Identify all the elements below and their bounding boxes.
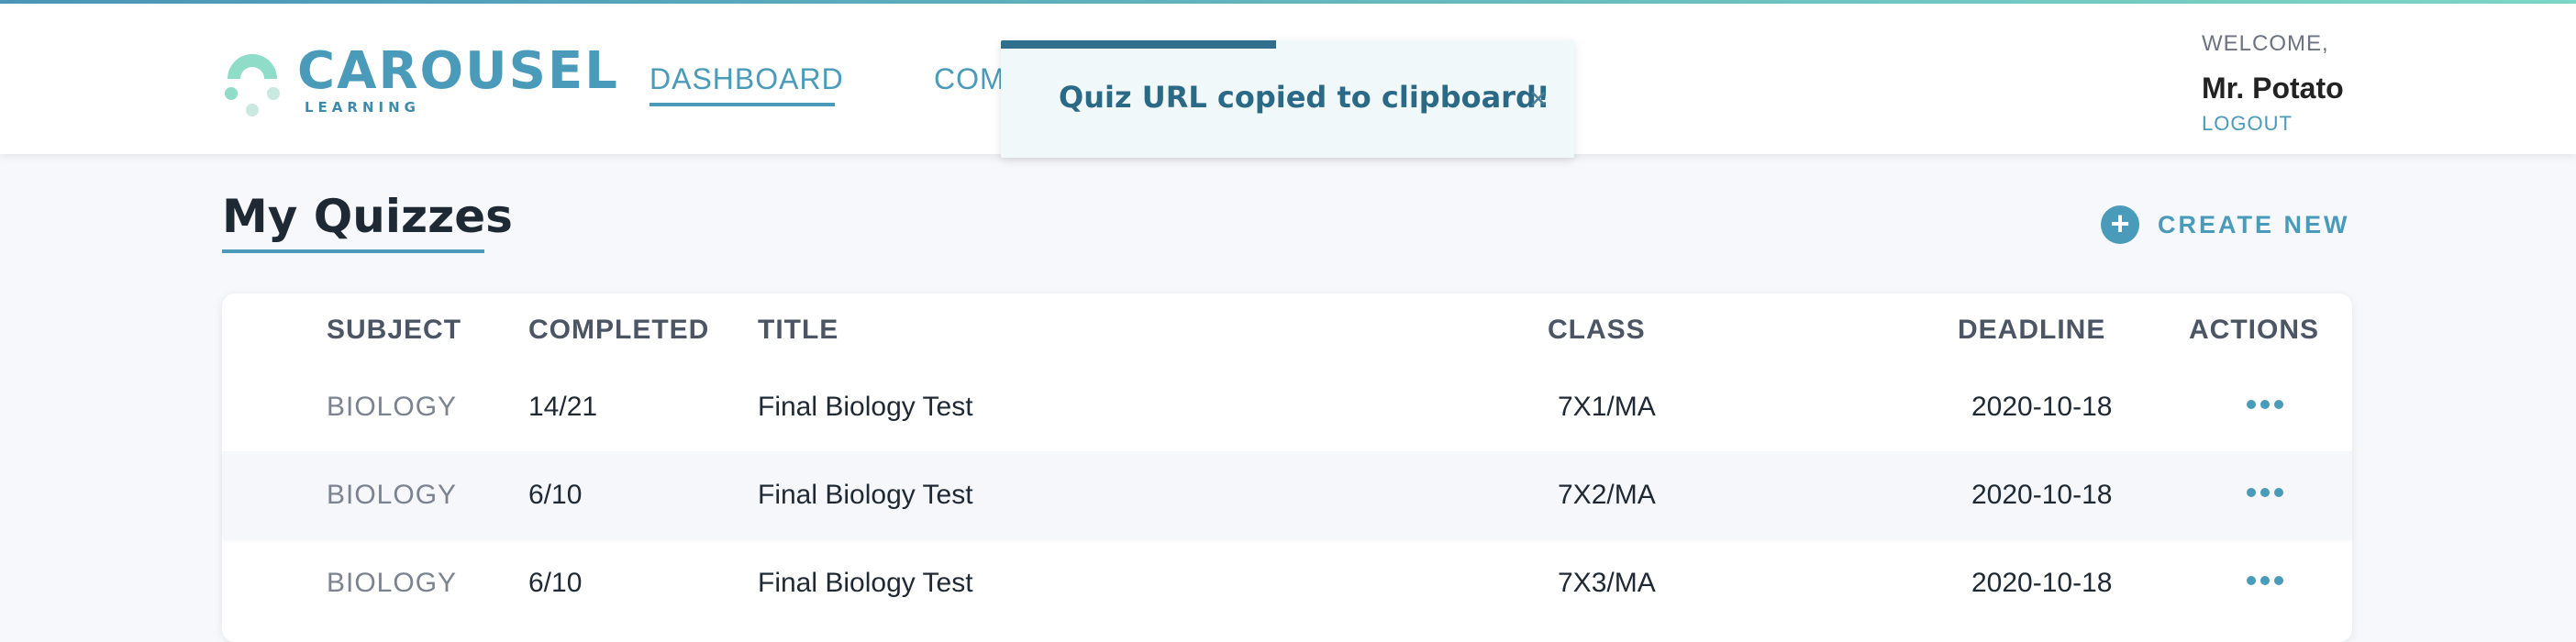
logout-link[interactable]: LOGOUT bbox=[2202, 112, 2440, 136]
plus-circle-icon: + bbox=[2101, 205, 2139, 244]
column-header-completed[interactable]: COMPLETED bbox=[528, 314, 709, 347]
cell-title: Final Biology Test bbox=[758, 568, 973, 598]
table-row[interactable]: BIOLOGY 6/10 Final Biology Test 7X3/MA 2… bbox=[222, 539, 2352, 627]
cell-deadline: 2020-10-18 bbox=[1971, 392, 2113, 422]
table-row[interactable]: BIOLOGY 6/10 Final Biology Test 7X2/MA 2… bbox=[222, 451, 2352, 539]
column-header-actions: ACTIONS bbox=[2189, 315, 2319, 345]
column-header-class[interactable]: CLASS bbox=[1548, 314, 1646, 347]
nav-item-partial[interactable]: COM bbox=[934, 62, 1005, 95]
page-title-underline bbox=[222, 249, 484, 253]
cell-title: Final Biology Test bbox=[758, 392, 973, 422]
cell-class: 7X2/MA bbox=[1558, 480, 1656, 510]
table-row[interactable]: BIOLOGY 14/21 Final Biology Test 7X1/MA … bbox=[222, 363, 2352, 451]
more-horizontal-icon[interactable] bbox=[2247, 400, 2283, 411]
cell-deadline: 2020-10-18 bbox=[1971, 568, 2113, 598]
cell-class: 7X1/MA bbox=[1558, 392, 1656, 422]
cell-subject: BIOLOGY bbox=[327, 480, 458, 510]
user-name: Mr. Potato bbox=[2202, 72, 2344, 105]
toast-notification: Quiz URL copied to clipboard! × bbox=[1001, 40, 1574, 158]
nav-dashboard[interactable]: DASHBOARD bbox=[650, 62, 844, 95]
more-horizontal-icon[interactable] bbox=[2247, 488, 2283, 499]
logo[interactable]: CAROUSEL LEARNING bbox=[220, 42, 617, 121]
column-header-subject[interactable]: SUBJECT bbox=[327, 314, 461, 347]
close-icon[interactable]: × bbox=[1529, 81, 1548, 117]
logo-subtitle: LEARNING bbox=[305, 99, 420, 116]
cell-subject: BIOLOGY bbox=[327, 392, 458, 422]
cell-subject: BIOLOGY bbox=[327, 568, 458, 598]
cell-completed: 6/10 bbox=[528, 480, 583, 510]
more-horizontal-icon[interactable] bbox=[2247, 576, 2283, 587]
cell-completed: 14/21 bbox=[528, 392, 598, 422]
toast-progress-bar bbox=[1001, 40, 1276, 49]
cell-deadline: 2020-10-18 bbox=[1971, 480, 2113, 510]
toast-message: Quiz URL copied to clipboard! bbox=[1059, 80, 1550, 115]
cell-completed: 6/10 bbox=[528, 568, 583, 598]
column-header-title[interactable]: TITLE bbox=[758, 314, 838, 347]
create-new-label: CREATE NEW bbox=[2158, 210, 2350, 238]
logo-wordmark: CAROUSEL bbox=[297, 41, 619, 101]
user-panel: WELCOME, Mr. Potato LOGOUT bbox=[2202, 31, 2440, 136]
column-header-deadline[interactable]: DEADLINE bbox=[1958, 314, 2105, 347]
page-title: My Quizzes bbox=[222, 190, 513, 243]
nav-active-underline bbox=[650, 103, 835, 106]
cell-title: Final Biology Test bbox=[758, 480, 973, 510]
cell-class: 7X3/MA bbox=[1558, 568, 1656, 598]
carousel-logo-icon bbox=[225, 54, 280, 116]
welcome-label: WELCOME, bbox=[2202, 31, 2329, 56]
create-new-button[interactable]: + CREATE NEW bbox=[2101, 205, 2350, 244]
